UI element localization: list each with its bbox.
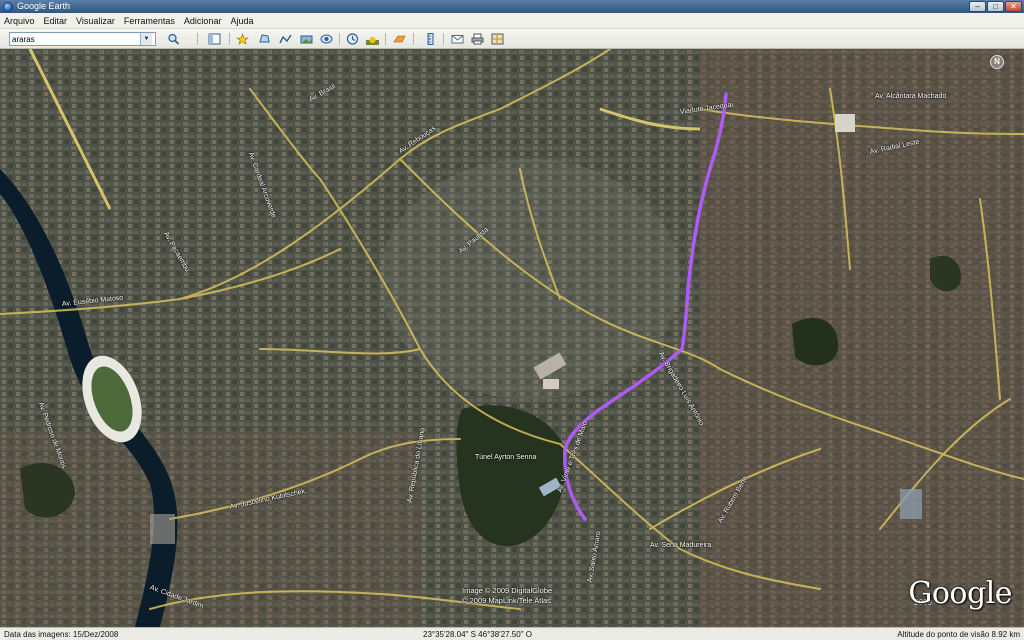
polygon-icon [258, 34, 270, 43]
ruler-icon [427, 33, 433, 45]
window-controls: – □ ✕ [969, 1, 1022, 12]
pointer-coordinates: 23°35'28.04" S 46°38'27.50" O [423, 630, 532, 639]
historical-imagery-icon [346, 33, 358, 45]
image-overlay-icon [300, 35, 312, 44]
record-tour-icon [320, 34, 332, 44]
search-combobox[interactable]: ▼ [9, 32, 156, 46]
eye-altitude: Altitude do ponto de visão 8.92 km [897, 630, 1020, 639]
record-tour-button[interactable] [318, 32, 334, 46]
google-earth-icon [3, 1, 13, 12]
search-input[interactable] [10, 33, 140, 45]
menu-arquivo[interactable]: Arquivo [4, 13, 35, 29]
map-data-copyright: © 2009 MapLink/Tele Atlas [462, 596, 551, 605]
planet-switch-icon [392, 35, 405, 43]
imagery-date: Data das imagens: 15/Dez/2008 [4, 630, 119, 639]
toolbar-separator [385, 33, 386, 45]
minimize-button[interactable]: – [969, 1, 986, 12]
toolbar: ▼ [0, 29, 1024, 49]
view-in-maps-button[interactable] [489, 32, 505, 46]
print-button[interactable] [469, 32, 485, 46]
google-earth-window: Google Earth – □ ✕ Arquivo Editar Visual… [0, 0, 1024, 640]
close-button[interactable]: ✕ [1005, 1, 1022, 12]
sidebar-toggle-button[interactable] [206, 32, 222, 46]
toolbar-separator [229, 33, 230, 45]
email-icon [451, 35, 463, 44]
historical-imagery-button[interactable] [344, 32, 360, 46]
placemark-icon [235, 33, 249, 45]
maximize-button[interactable]: □ [987, 1, 1004, 12]
planet-switch-button[interactable] [391, 32, 407, 46]
menu-ferramentas[interactable]: Ferramentas [124, 13, 175, 29]
sunlight-icon [365, 36, 379, 45]
toolbar-separator [413, 33, 414, 45]
toolbar-separator [339, 33, 340, 45]
search-button[interactable] [165, 32, 181, 46]
menu-ajuda[interactable]: Ajuda [230, 13, 253, 29]
map-view[interactable]: N Av. Alcântara Machado Viaduto Jacequai… [0, 49, 1024, 627]
window-title: Google Earth [17, 1, 71, 11]
title-bar[interactable]: Google Earth – □ ✕ [0, 0, 1024, 13]
status-bar: Data das imagens: 15/Dez/2008 23°35'28.0… [0, 627, 1024, 640]
menu-visualizar[interactable]: Visualizar [76, 13, 115, 29]
maps-view-icon [491, 33, 503, 45]
ruler-button[interactable] [422, 32, 438, 46]
compass-icon[interactable]: N [990, 55, 1004, 69]
add-image-overlay-button[interactable] [298, 32, 314, 46]
add-polygon-button[interactable] [256, 32, 272, 46]
menu-editar[interactable]: Editar [44, 13, 68, 29]
satellite-imagery [0, 49, 1024, 627]
chevron-down-icon[interactable]: ▼ [140, 33, 152, 45]
road-label: Túnel Ayrton Senna [475, 454, 537, 461]
print-icon [471, 33, 483, 45]
search-icon [167, 33, 179, 45]
road-label: Av. Alcântara Machado [875, 93, 947, 100]
road-label: Av. Sena Madureira [650, 542, 712, 549]
toolbar-separator [443, 33, 444, 45]
email-button[interactable] [449, 32, 465, 46]
add-placemark-button[interactable] [234, 32, 250, 46]
sunlight-button[interactable] [364, 32, 380, 46]
add-path-button[interactable] [277, 32, 293, 46]
sidebar-toggle-icon [208, 33, 220, 45]
menu-bar: Arquivo Editar Visualizar Ferramentas Ad… [0, 13, 1024, 29]
imagery-copyright: Image © 2009 DigitalGlobe [462, 586, 553, 595]
menu-adicionar[interactable]: Adicionar [184, 13, 222, 29]
path-icon [278, 34, 292, 44]
google-logo: Google [908, 576, 1012, 611]
toolbar-separator [197, 33, 198, 45]
